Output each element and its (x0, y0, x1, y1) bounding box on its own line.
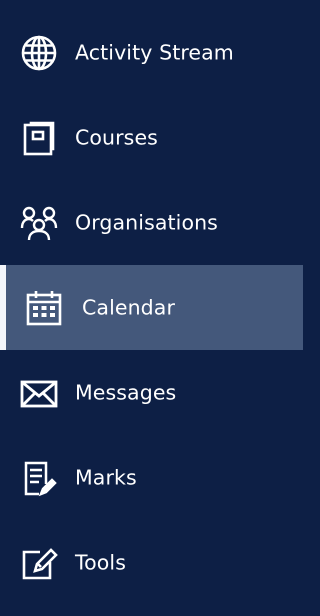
people-group-icon (19, 203, 59, 243)
sidebar-item-messages[interactable]: Messages (0, 350, 303, 435)
sidebar-item-label: Organisations (75, 210, 218, 235)
envelope-icon (19, 373, 59, 413)
sidebar-item-organisations[interactable]: Organisations (0, 180, 303, 265)
sidebar-item-label: Calendar (82, 295, 175, 320)
sidebar-item-activity-stream[interactable]: Activity Stream (0, 10, 303, 95)
sidebar-item-label: Activity Stream (75, 40, 234, 65)
sidebar-item-calendar[interactable]: Calendar (0, 265, 303, 350)
sidebar-item-label: Marks (75, 465, 137, 490)
document-pencil-icon (19, 458, 59, 498)
sidebar-item-marks[interactable]: Marks (0, 435, 303, 520)
sidebar-item-label: Messages (75, 380, 177, 405)
edit-box-icon (19, 543, 59, 583)
globe-icon (19, 33, 59, 73)
sidebar-item-courses[interactable]: Courses (0, 95, 303, 180)
sidebar-navigation: Activity Stream Courses Organisations Ca… (0, 0, 303, 616)
course-book-icon (19, 118, 59, 158)
sidebar-item-label: Tools (75, 550, 126, 575)
calendar-icon (24, 288, 64, 328)
sidebar-item-label: Courses (75, 125, 158, 150)
sidebar-item-tools[interactable]: Tools (0, 520, 303, 605)
